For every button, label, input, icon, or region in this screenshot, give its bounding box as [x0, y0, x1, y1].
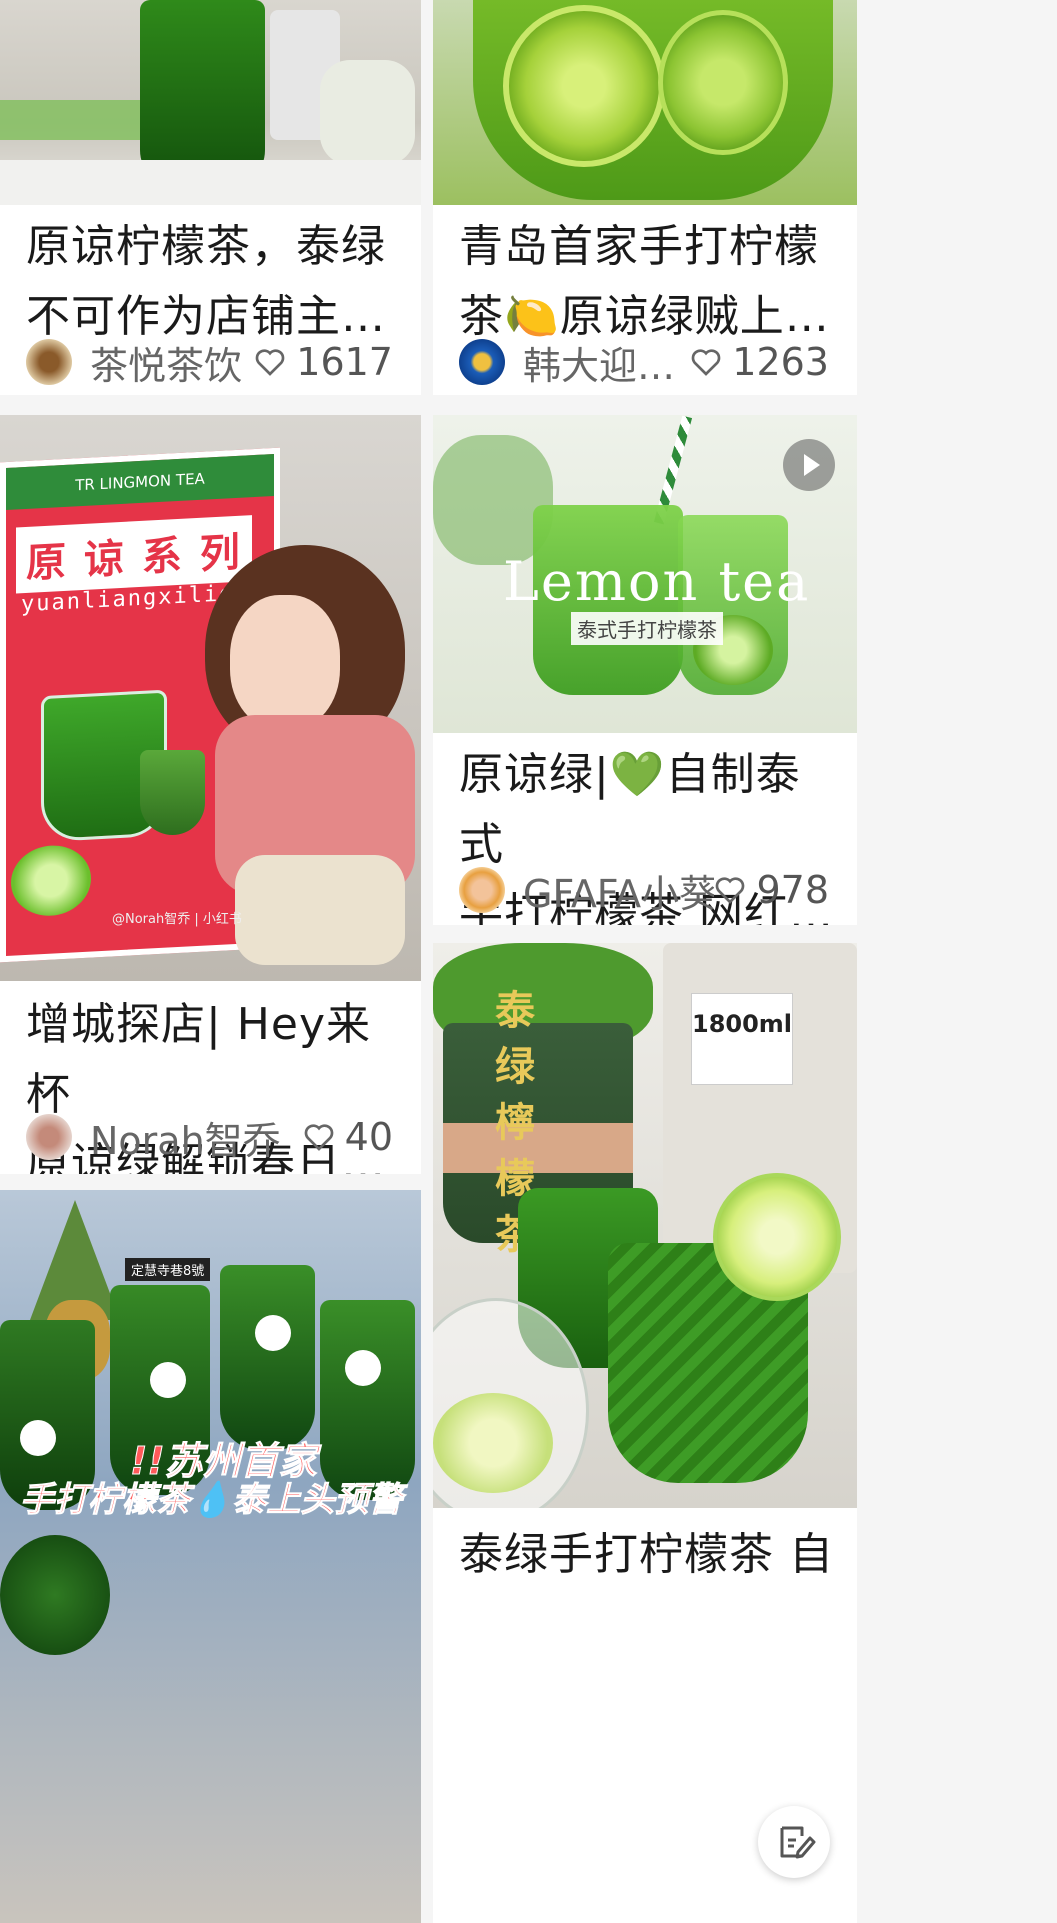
card-2-like[interactable]: 1263 — [690, 340, 829, 384]
like-count: 978 — [756, 868, 829, 912]
feed-card-2[interactable]: 青岛首家手打柠檬 茶🍋原谅绿贼上… 韩大迎… 1263 — [433, 0, 857, 395]
avatar[interactable] — [26, 1114, 72, 1160]
play-icon[interactable] — [783, 439, 835, 491]
avatar[interactable] — [459, 339, 505, 385]
card-6-title[interactable]: 泰绿手打柠檬茶 自 — [459, 1520, 835, 1590]
card-6-image[interactable]: 泰绿檸檬茶 1800ml — [433, 943, 857, 1508]
card-2-image[interactable] — [433, 0, 857, 205]
card-3-author[interactable]: Norah智乔 — [90, 1110, 303, 1165]
feed-card-3[interactable]: TR LINGMON TEA 原 谅 系 列 yuanliangxilie @N… — [0, 415, 421, 1174]
like-count: 1263 — [732, 340, 829, 384]
image-script-text: Lemon tea — [503, 550, 811, 613]
image-jar-label: 1800ml — [691, 993, 793, 1085]
heart-outline-icon — [255, 349, 285, 376]
like-count: 1617 — [296, 340, 393, 384]
card-1-image[interactable] — [0, 0, 421, 205]
card-2-author[interactable]: 韩大迎… — [523, 335, 690, 390]
card-3-like[interactable]: 40 — [303, 1115, 393, 1159]
like-count: 40 — [344, 1115, 393, 1159]
edit-note-icon — [780, 1826, 816, 1859]
heart-outline-icon — [691, 349, 721, 376]
heart-outline-icon — [716, 877, 745, 904]
feed-card-6[interactable]: 泰绿檸檬茶 1800ml 泰绿手打柠檬茶 自 — [433, 943, 857, 1923]
feed-card-4[interactable]: Lemon tea 泰式手打柠檬茶 原谅绿|💚自制泰式 手打柠檬茶 网红… GF… — [433, 415, 857, 925]
card-3-image[interactable]: TR LINGMON TEA 原 谅 系 列 yuanliangxilie @N… — [0, 415, 421, 981]
card-1-title[interactable]: 原谅柠檬茶，泰绿 不可作为店铺主… — [26, 212, 399, 352]
card-2-title[interactable]: 青岛首家手打柠檬 茶🍋原谅绿贼上… — [459, 212, 835, 352]
image-headline-2: 手打柠檬茶💧泰上头预警 — [19, 1480, 403, 1521]
image-watermark: @Norah智乔 | 小红书 — [112, 912, 242, 927]
avatar[interactable] — [26, 339, 72, 385]
image-caption: 泰式手打柠檬茶 — [571, 612, 723, 645]
card-1-like[interactable]: 1617 — [254, 340, 393, 384]
poster-brand: TR LINGMON TEA — [6, 453, 274, 511]
image-store-tag: 定慧寺巷8號 — [125, 1258, 211, 1281]
card-1-author[interactable]: 茶悦茶饮 — [90, 335, 254, 390]
card-5-image[interactable]: 定慧寺巷8號 !!苏州首家 手打柠檬茶💧泰上头预警 — [0, 1190, 421, 1923]
feed-card-1[interactable]: 原谅柠檬茶，泰绿 不可作为店铺主… 茶悦茶饮 1617 — [0, 0, 421, 395]
card-4-author[interactable]: GFAFA小葵 — [523, 863, 714, 918]
edit-fab[interactable] — [758, 1806, 830, 1878]
card-4-image[interactable]: Lemon tea 泰式手打柠檬茶 — [433, 415, 857, 733]
card-4-like[interactable]: 978 — [714, 868, 829, 912]
avatar[interactable] — [459, 867, 505, 913]
feed-card-5[interactable]: 定慧寺巷8號 !!苏州首家 手打柠檬茶💧泰上头预警 — [0, 1190, 421, 1923]
heart-outline-icon — [304, 1124, 333, 1151]
